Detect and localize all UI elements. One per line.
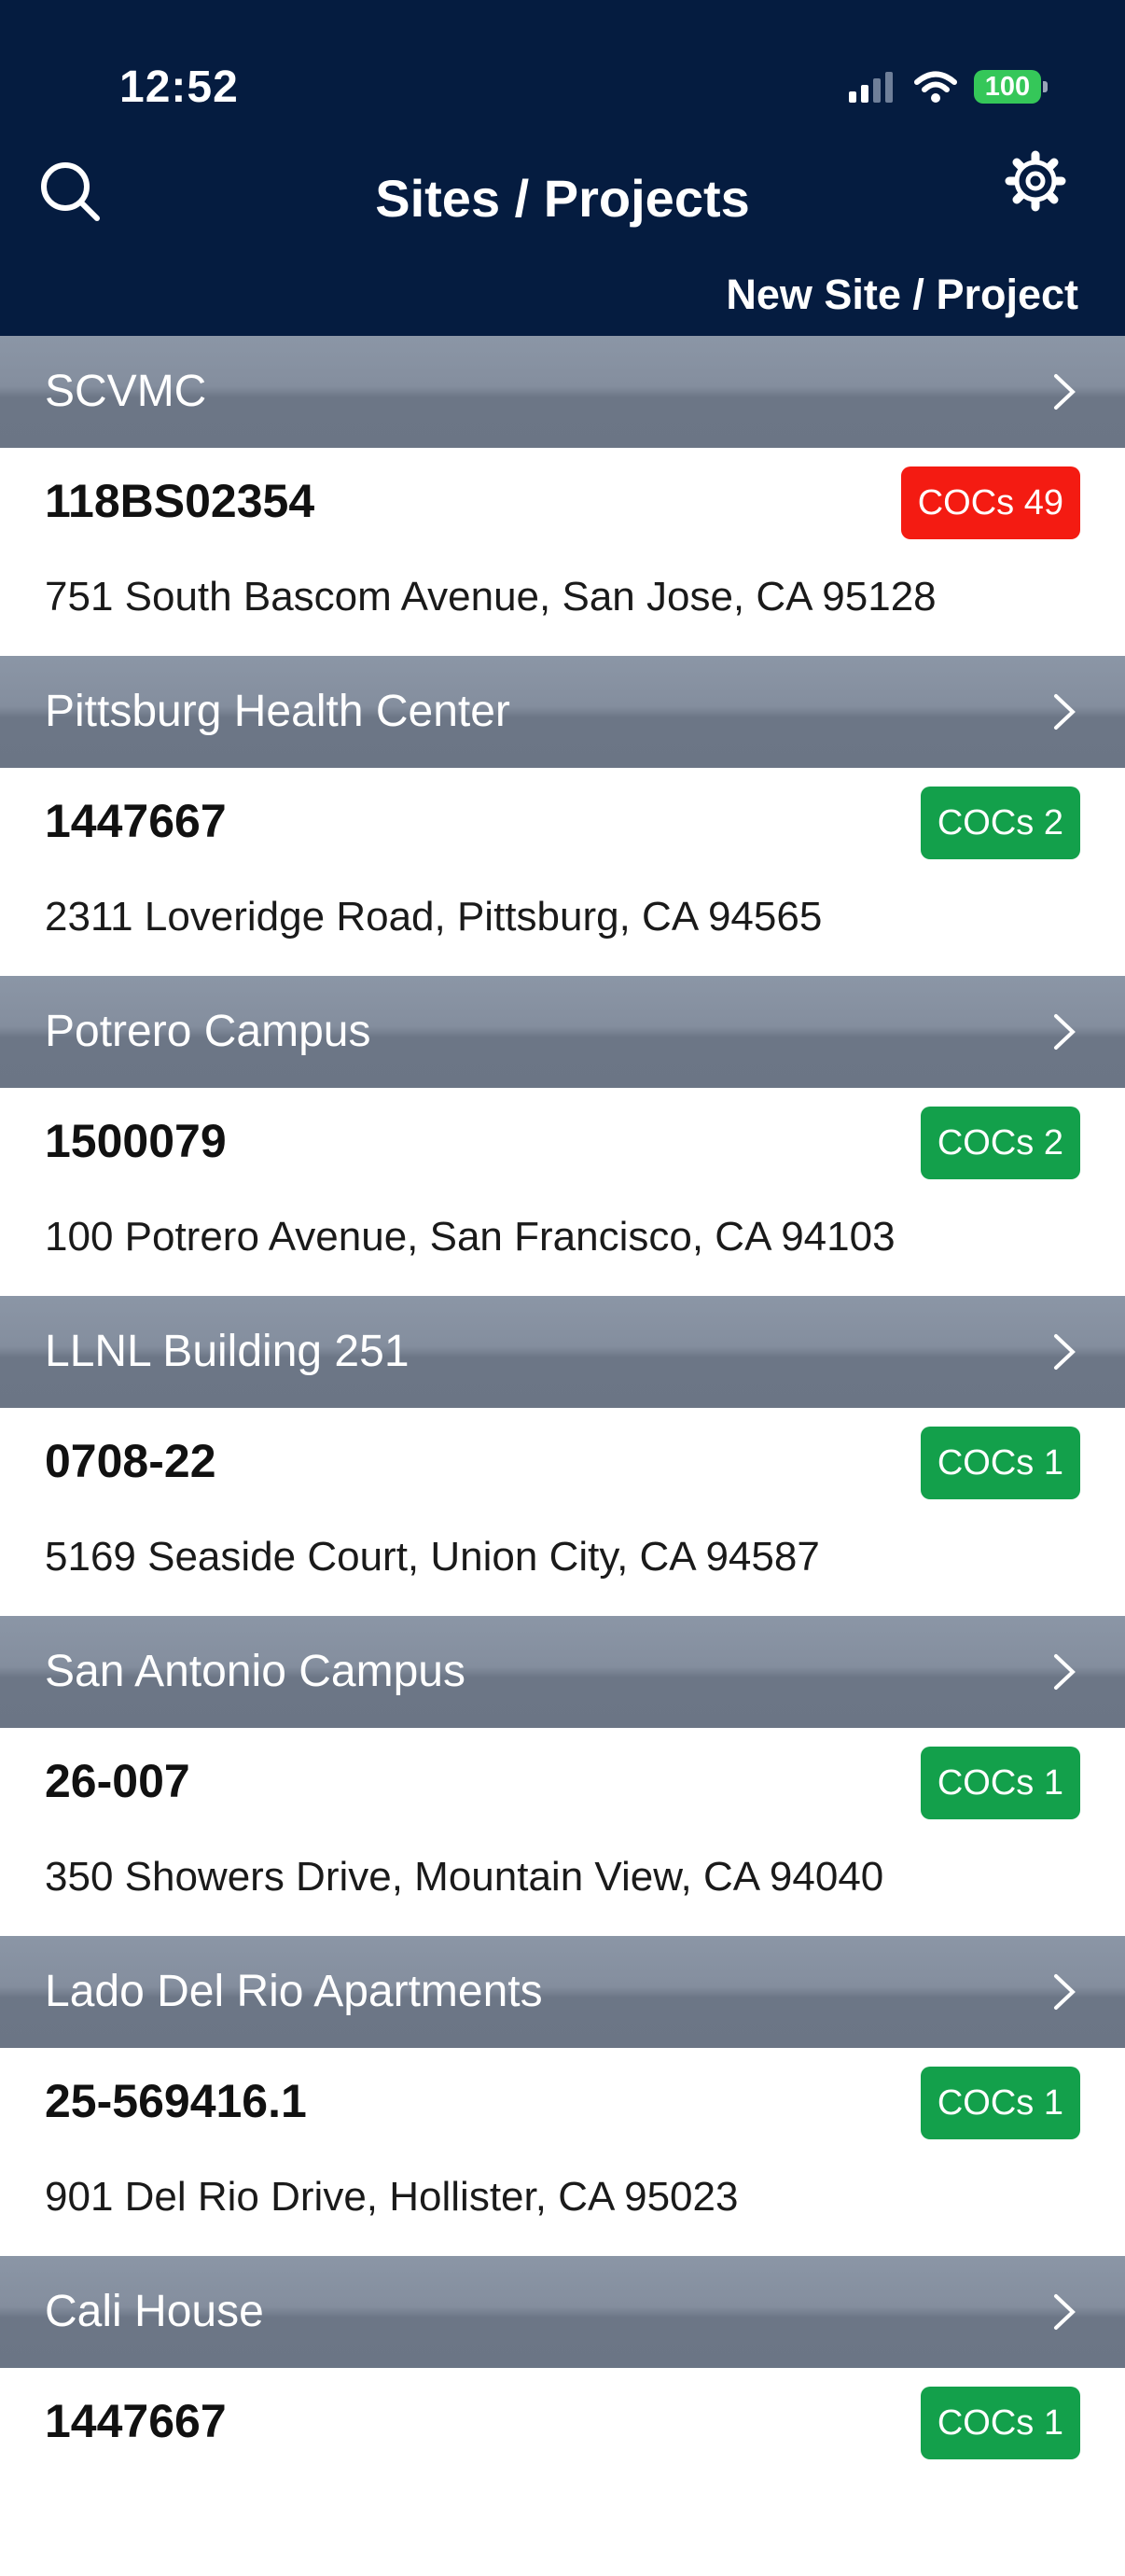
site-header-pittsburg-health-center[interactable]: Pittsburg Health Center xyxy=(0,656,1125,768)
coc-count-badge: COCs 2 xyxy=(920,787,1080,859)
project-id: 1447667 xyxy=(45,795,227,847)
project-id: 0708-22 xyxy=(45,1435,216,1487)
project-id: 1500079 xyxy=(45,1115,227,1167)
wifi-icon xyxy=(914,71,957,103)
project-id: 25-569416.1 xyxy=(45,2075,307,2127)
project-id: 1447667 xyxy=(45,2395,227,2447)
chevron-right-icon xyxy=(1054,374,1076,410)
coc-count-badge: COCs 1 xyxy=(920,2067,1080,2139)
chevron-right-icon xyxy=(1054,694,1076,730)
project-address: 5169 Seaside Court, Union City, CA 94587 xyxy=(45,1534,820,1580)
site-header-lado-del-rio-apartments[interactable]: Lado Del Rio Apartments xyxy=(0,1936,1125,2048)
sites-list: SCVMC 118BS02354 COCs 49 751 South Basco… xyxy=(0,336,1125,2576)
coc-count-badge: COCs 1 xyxy=(920,1747,1080,1819)
chevron-right-icon xyxy=(1054,1654,1076,1690)
battery-indicator: 100 xyxy=(974,70,1048,104)
project-address: 751 South Bascom Avenue, San Jose, CA 95… xyxy=(45,574,937,620)
project-id: 26-007 xyxy=(45,1755,190,1807)
chevron-right-icon xyxy=(1054,1974,1076,2010)
coc-count-badge: COCs 49 xyxy=(900,466,1080,539)
chevron-right-icon xyxy=(1054,1334,1076,1370)
project-address: 100 Potrero Avenue, San Francisco, CA 94… xyxy=(45,1214,896,1260)
new-site-project-button[interactable]: New Site / Project xyxy=(726,271,1078,319)
project-row[interactable]: 25-569416.1 COCs 1 901 Del Rio Drive, Ho… xyxy=(0,2048,1125,2256)
status-icons: 100 xyxy=(849,70,1048,104)
project-row[interactable]: 1500079 COCs 2 100 Potrero Avenue, San F… xyxy=(0,1088,1125,1296)
coc-count-badge: COCs 1 xyxy=(920,2387,1080,2459)
site-header-san-antonio-campus[interactable]: San Antonio Campus xyxy=(0,1616,1125,1728)
site-name: SCVMC xyxy=(45,367,207,416)
project-row[interactable]: 1447667 COCs 1 xyxy=(0,2368,1125,2576)
coc-count-badge: COCs 1 xyxy=(920,1427,1080,1499)
site-name: Potrero Campus xyxy=(45,1007,371,1056)
project-address: 350 Showers Drive, Mountain View, CA 940… xyxy=(45,1854,884,1900)
gear-icon xyxy=(1005,150,1066,212)
cellular-signal-icon xyxy=(849,72,893,103)
site-name: Cali House xyxy=(45,2287,264,2336)
site-header-scvmc[interactable]: SCVMC xyxy=(0,336,1125,448)
top-bar: 12:52 100 Sites / Projects New Site / Pr… xyxy=(0,0,1125,336)
chevron-right-icon xyxy=(1054,2294,1076,2330)
site-header-llnl-building-251[interactable]: LLNL Building 251 xyxy=(0,1296,1125,1408)
settings-button[interactable] xyxy=(1002,147,1069,215)
project-id: 118BS02354 xyxy=(45,475,315,527)
site-name: LLNL Building 251 xyxy=(45,1327,410,1376)
project-row[interactable]: 26-007 COCs 1 350 Showers Drive, Mountai… xyxy=(0,1728,1125,1936)
site-header-cali-house[interactable]: Cali House xyxy=(0,2256,1125,2368)
project-row[interactable]: 0708-22 COCs 1 5169 Seaside Court, Union… xyxy=(0,1408,1125,1616)
chevron-right-icon xyxy=(1054,1014,1076,1050)
site-header-potrero-campus[interactable]: Potrero Campus xyxy=(0,976,1125,1088)
site-name: San Antonio Campus xyxy=(45,1647,465,1696)
coc-count-badge: COCs 2 xyxy=(920,1107,1080,1179)
project-address: 901 Del Rio Drive, Hollister, CA 95023 xyxy=(45,2174,739,2220)
site-name: Lado Del Rio Apartments xyxy=(45,1967,543,2016)
site-name: Pittsburg Health Center xyxy=(45,687,510,736)
page-title: Sites / Projects xyxy=(375,169,750,228)
project-row[interactable]: 1447667 COCs 2 2311 Loveridge Road, Pitt… xyxy=(0,768,1125,976)
project-row[interactable]: 118BS02354 COCs 49 751 South Bascom Aven… xyxy=(0,448,1125,656)
status-time: 12:52 xyxy=(119,63,239,112)
project-address: 2311 Loveridge Road, Pittsburg, CA 94565 xyxy=(45,894,823,940)
